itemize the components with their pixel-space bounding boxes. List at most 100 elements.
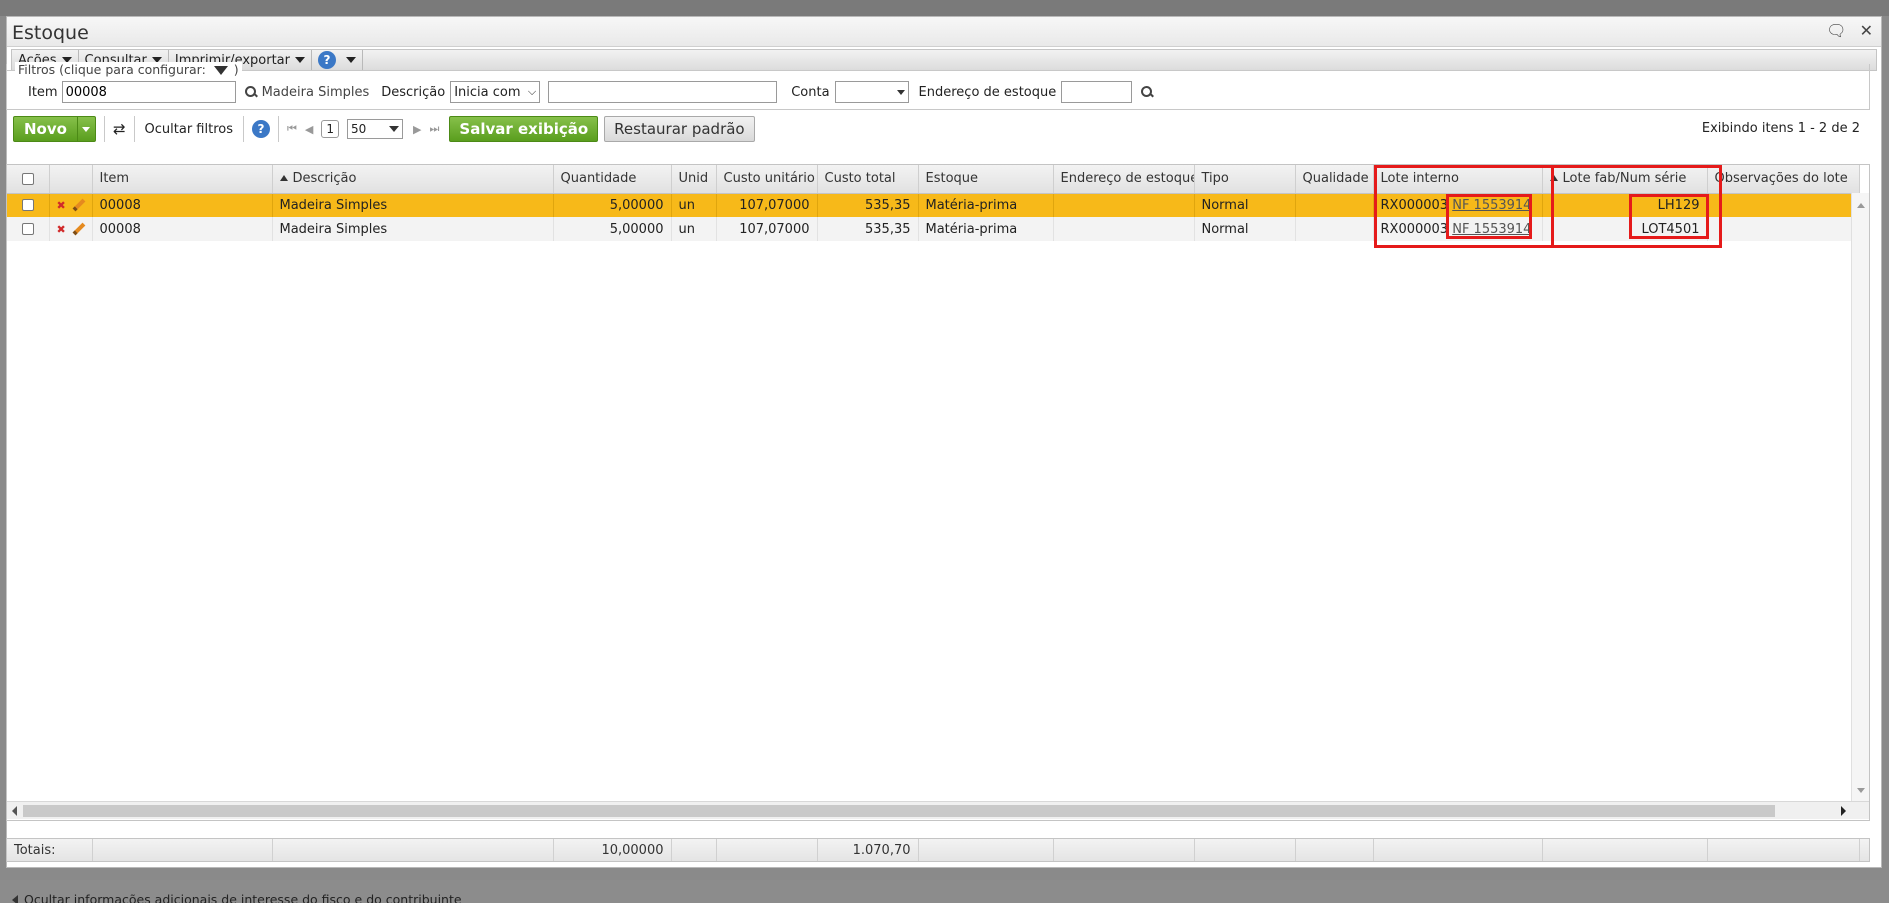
prev-page-icon[interactable]: ◀ — [305, 123, 313, 136]
col-header-custo-total[interactable]: Custo total — [817, 165, 919, 194]
totals-empty — [1194, 839, 1296, 861]
cell-endereco — [1053, 193, 1195, 217]
filters-legend[interactable]: Filtros (clique para configurar: ) — [15, 62, 242, 77]
cell-tipo: Normal — [1194, 193, 1296, 217]
cell-lote-interno: RX000003 NF 1553914 — [1373, 193, 1543, 217]
window-title: Estoque — [12, 22, 89, 44]
cell-qualidade — [1295, 217, 1374, 241]
cell-custo-unitario: 107,07000 — [716, 217, 818, 241]
col-header-descricao[interactable]: Descrição — [272, 165, 554, 194]
chevron-down-icon: ⌵ — [527, 85, 537, 98]
chevron-down-icon — [295, 57, 305, 63]
descricao-mode-select[interactable]: Inicia com ⌵ — [450, 81, 541, 103]
totals-empty — [1295, 839, 1374, 861]
cell-qualidade — [1295, 193, 1374, 217]
novo-dropdown-toggle[interactable] — [76, 117, 95, 141]
col-header-estoque[interactable]: Estoque — [918, 165, 1054, 194]
col-header-unid[interactable]: Unid — [671, 165, 717, 194]
cell-custo-total: 535,35 — [817, 217, 919, 241]
close-icon[interactable]: ✕ — [1860, 21, 1873, 40]
search-icon[interactable] — [244, 85, 258, 99]
cell-quantidade: 5,00000 — [553, 193, 672, 217]
col-header-item[interactable]: Item — [92, 165, 273, 194]
cell-lote-fab: LH129 — [1542, 193, 1708, 217]
first-page-icon[interactable]: ⏮ — [287, 122, 297, 136]
table-row[interactable]: ✖ 00008 Madeira Simples 5,00000 un 107,0… — [7, 217, 1860, 241]
fiscal-info-toggle[interactable]: Ocultar informações adicionais de intere… — [0, 880, 1889, 903]
filter-icon[interactable] — [213, 66, 228, 75]
records-count: Exibindo itens 1 - 2 de 2 — [1701, 121, 1860, 136]
salvar-exibicao-button[interactable]: Salvar exibição — [449, 116, 599, 142]
cell-lote-fab: LOT4501 — [1542, 217, 1708, 241]
vertical-scrollbar[interactable] — [1851, 193, 1869, 801]
descricao-mode-value: Inicia com — [454, 84, 521, 100]
grid-toolbar: Novo ⇄ Ocultar filtros ? ⏮ ◀ 1 50 ▶ ⏭ Sa… — [6, 114, 1870, 144]
toolbar-separator — [278, 116, 279, 142]
delete-icon[interactable]: ✖ — [57, 199, 66, 212]
totals-empty — [1053, 839, 1195, 861]
select-all-checkbox[interactable] — [21, 172, 34, 185]
fiscal-info-text: Ocultar informações adicionais de intere… — [24, 892, 462, 903]
next-page-icon[interactable]: ▶ — [413, 123, 421, 136]
scroll-up-icon[interactable] — [1857, 203, 1865, 208]
delete-icon[interactable]: ✖ — [57, 223, 66, 236]
cell-unid: un — [671, 217, 717, 241]
help-icon[interactable]: ? — [252, 120, 270, 138]
edit-icon[interactable] — [72, 198, 86, 212]
filters-row: Item Madeira Simples Descrição Inicia co… — [22, 80, 1154, 104]
cell-descricao: Madeira Simples — [272, 217, 554, 241]
filters-legend-end: ) — [233, 62, 239, 77]
cell-lote-interno: RX000003 NF 1553914 — [1373, 217, 1543, 241]
scroll-left-icon[interactable] — [12, 806, 17, 816]
cell-item: 00008 — [92, 217, 273, 241]
horizontal-scrollbar[interactable] — [7, 801, 1869, 819]
sort-asc-icon — [279, 175, 288, 182]
cell-quantidade: 5,00000 — [553, 217, 672, 241]
col-header-lote-fab[interactable]: Lote fab/Num série — [1542, 165, 1708, 194]
last-page-icon[interactable]: ⏭ — [429, 122, 439, 136]
chat-icon[interactable]: 🗨 — [1826, 21, 1846, 40]
col-header-endereco[interactable]: Endereço de estoque — [1053, 165, 1195, 194]
conta-select[interactable] — [834, 81, 909, 103]
cell-estoque: Matéria-prima — [918, 217, 1054, 241]
page-number-input[interactable]: 1 — [321, 120, 340, 138]
background-window-strip — [0, 0, 1889, 16]
row-checkbox[interactable] — [21, 223, 34, 235]
horizontal-scroll-thumb[interactable] — [23, 805, 1775, 817]
page-size-value: 50 — [351, 122, 367, 136]
title-bar: Estoque 🗨 ✕ — [7, 17, 1881, 47]
item-filter-label: Item — [28, 84, 58, 100]
col-header-custo-unitario[interactable]: Custo unitário — [716, 165, 818, 194]
totals-empty — [1707, 839, 1860, 861]
edit-icon[interactable] — [72, 222, 86, 235]
col-header-quantidade[interactable]: Quantidade — [553, 165, 672, 194]
endereco-filter-input[interactable] — [1061, 81, 1133, 103]
refresh-icon[interactable]: ⇄ — [113, 120, 126, 138]
ocultar-filtros-button[interactable]: Ocultar filtros — [145, 122, 233, 137]
cell-observacoes — [1707, 217, 1860, 241]
cell-item: 00008 — [92, 193, 273, 217]
totals-custo-total: 1.070,70 — [817, 839, 919, 861]
table-row[interactable]: ✖ 00008 Madeira Simples 5,00000 un 107,0… — [7, 193, 1860, 217]
toolbar-separator — [103, 116, 105, 142]
totals-empty — [1542, 839, 1708, 861]
row-checkbox[interactable] — [21, 199, 34, 212]
lote-interno-code: RX000003 — [1380, 221, 1449, 237]
search-icon[interactable] — [1140, 85, 1154, 99]
restaurar-padrao-button[interactable]: Restaurar padrão — [604, 116, 755, 142]
scroll-down-icon[interactable] — [1857, 788, 1865, 793]
item-filter-input[interactable] — [61, 81, 236, 103]
scroll-right-icon[interactable] — [1841, 806, 1846, 816]
collapse-arrow-icon — [12, 895, 18, 903]
totals-empty — [716, 839, 818, 861]
col-header-tipo[interactable]: Tipo — [1194, 165, 1296, 194]
col-header-qualidade[interactable]: Qualidade — [1295, 165, 1374, 194]
col-header-observacoes[interactable]: Observações do lote — [1707, 165, 1860, 194]
page-size-select[interactable]: 50 — [347, 119, 404, 139]
novo-button[interactable]: Novo — [13, 116, 96, 142]
lote-nf-link[interactable]: NF 1553914 — [1452, 222, 1531, 237]
lote-nf-link[interactable]: NF 1553914 — [1452, 198, 1531, 213]
col-header-lote-fab-label: Lote fab/Num série — [1562, 171, 1687, 187]
col-header-lote-interno[interactable]: Lote interno — [1373, 165, 1543, 194]
descricao-filter-input[interactable] — [548, 81, 778, 103]
